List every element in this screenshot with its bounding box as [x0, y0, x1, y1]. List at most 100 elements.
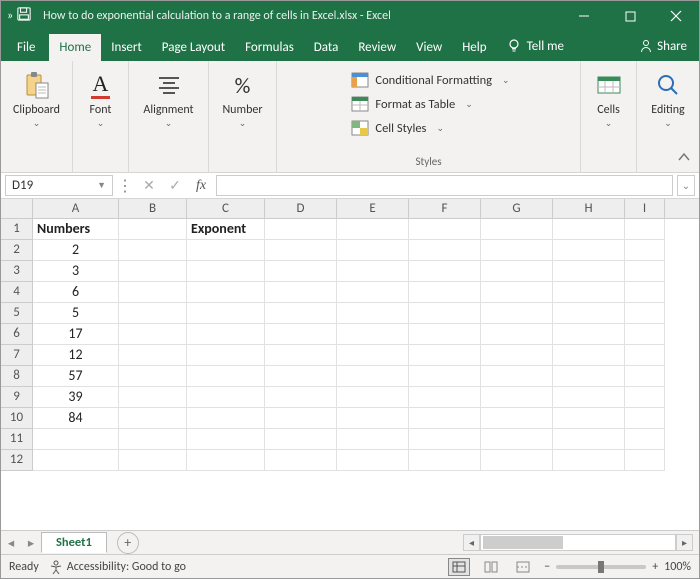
cell[interactable] — [119, 219, 187, 240]
tab-help[interactable]: Help — [452, 34, 496, 61]
view-page-break-button[interactable] — [512, 558, 534, 576]
cell[interactable] — [553, 345, 625, 366]
cell[interactable] — [119, 387, 187, 408]
cell[interactable] — [481, 219, 553, 240]
cell[interactable] — [481, 345, 553, 366]
cell[interactable] — [481, 450, 553, 471]
cell[interactable] — [265, 219, 337, 240]
cell[interactable] — [265, 240, 337, 261]
cell[interactable] — [265, 408, 337, 429]
cell[interactable] — [553, 240, 625, 261]
cell[interactable] — [337, 408, 409, 429]
cell[interactable] — [187, 303, 265, 324]
cell[interactable] — [625, 303, 665, 324]
cell[interactable] — [481, 282, 553, 303]
conditional-formatting-button[interactable]: Conditional Formatting ⌄ — [345, 69, 515, 91]
cell[interactable] — [409, 324, 481, 345]
cell[interactable] — [409, 219, 481, 240]
cell[interactable] — [553, 219, 625, 240]
cell[interactable] — [265, 366, 337, 387]
cell[interactable] — [409, 450, 481, 471]
cell[interactable] — [553, 429, 625, 450]
cell[interactable] — [265, 261, 337, 282]
cell[interactable]: 17 — [33, 324, 119, 345]
scroll-thumb[interactable] — [483, 536, 563, 549]
column-header[interactable]: D — [265, 199, 337, 218]
column-header[interactable]: C — [187, 199, 265, 218]
cell[interactable] — [187, 366, 265, 387]
column-header[interactable]: F — [409, 199, 481, 218]
row-header[interactable]: 2 — [1, 240, 33, 261]
column-header[interactable]: H — [553, 199, 625, 218]
cell[interactable] — [187, 450, 265, 471]
editing-button[interactable]: Editing ⌄ — [645, 67, 690, 127]
cell[interactable] — [119, 345, 187, 366]
cell[interactable] — [119, 261, 187, 282]
minimize-button[interactable] — [561, 1, 607, 31]
view-normal-button[interactable] — [448, 558, 470, 576]
cell[interactable] — [481, 387, 553, 408]
cells-button[interactable]: Cells ⌄ — [587, 67, 631, 127]
cell[interactable] — [187, 408, 265, 429]
cell[interactable] — [409, 345, 481, 366]
cell[interactable] — [553, 408, 625, 429]
cell[interactable] — [481, 324, 553, 345]
name-box[interactable]: D19 ▼ — [5, 175, 113, 196]
tab-data[interactable]: Data — [304, 34, 349, 61]
cell[interactable] — [553, 261, 625, 282]
zoom-in-button[interactable]: + — [652, 560, 658, 574]
alignment-button[interactable]: Alignment ⌄ — [137, 67, 199, 127]
horizontal-scrollbar[interactable]: ◂ ▸ — [463, 534, 693, 551]
expand-formula-bar-button[interactable]: ⌄ — [677, 175, 695, 196]
tab-view[interactable]: View — [406, 34, 452, 61]
cell[interactable] — [409, 429, 481, 450]
cell[interactable] — [187, 429, 265, 450]
cell[interactable] — [33, 429, 119, 450]
cell[interactable] — [625, 345, 665, 366]
column-header[interactable]: A — [33, 199, 119, 218]
cell[interactable] — [119, 324, 187, 345]
cell[interactable] — [409, 261, 481, 282]
column-header[interactable]: B — [119, 199, 187, 218]
cell[interactable] — [187, 282, 265, 303]
row-header[interactable]: 5 — [1, 303, 33, 324]
cell[interactable] — [187, 240, 265, 261]
add-sheet-button[interactable]: + — [117, 532, 139, 554]
sheet-nav-next[interactable]: ▸ — [21, 535, 41, 551]
cell[interactable] — [265, 324, 337, 345]
cell[interactable]: 57 — [33, 366, 119, 387]
cell[interactable] — [409, 387, 481, 408]
cell[interactable]: 5 — [33, 303, 119, 324]
formula-input[interactable] — [216, 175, 673, 196]
row-header[interactable]: 11 — [1, 429, 33, 450]
cell[interactable] — [337, 282, 409, 303]
row-header[interactable]: 10 — [1, 408, 33, 429]
close-button[interactable] — [653, 1, 699, 31]
cell[interactable] — [33, 450, 119, 471]
cell[interactable]: 39 — [33, 387, 119, 408]
column-header[interactable]: I — [625, 199, 665, 218]
cell[interactable] — [625, 240, 665, 261]
cell[interactable] — [337, 219, 409, 240]
cell[interactable] — [119, 366, 187, 387]
cell[interactable] — [409, 282, 481, 303]
overflow-quick-access-icon[interactable]: » — [7, 9, 13, 23]
tell-me[interactable]: Tell me — [497, 31, 574, 61]
cell[interactable] — [265, 450, 337, 471]
column-header[interactable]: G — [481, 199, 553, 218]
cell[interactable] — [553, 450, 625, 471]
zoom-thumb[interactable] — [598, 561, 604, 573]
cell[interactable]: 3 — [33, 261, 119, 282]
cell[interactable]: Exponent — [187, 219, 265, 240]
cell[interactable] — [625, 219, 665, 240]
cell[interactable] — [481, 240, 553, 261]
cell[interactable] — [265, 387, 337, 408]
cell[interactable] — [119, 429, 187, 450]
cell[interactable] — [553, 366, 625, 387]
save-icon[interactable] — [17, 7, 31, 25]
share-button[interactable]: Share — [627, 31, 699, 61]
accept-formula-button[interactable]: ✓ — [162, 173, 188, 198]
cell[interactable]: 2 — [33, 240, 119, 261]
zoom-out-button[interactable]: − — [544, 560, 550, 574]
row-header[interactable]: 12 — [1, 450, 33, 471]
